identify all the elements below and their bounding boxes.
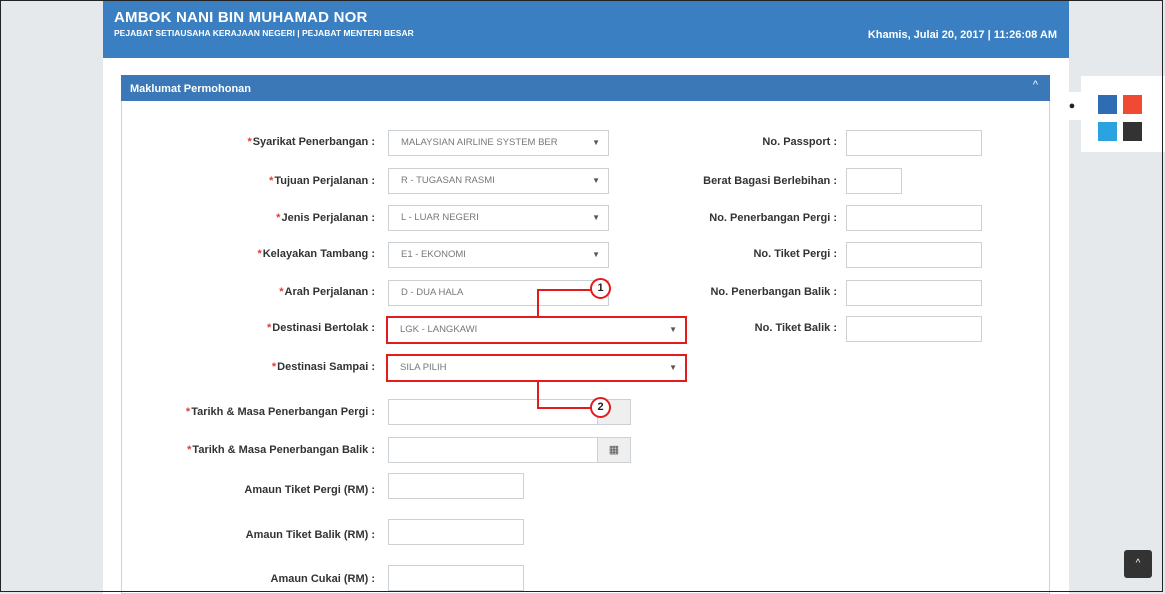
callout-2-connector-horizontal	[537, 407, 591, 409]
callout-marker-1: 1	[590, 278, 611, 299]
label-amaun-cukai: Amaun Cukai (RM) :	[270, 573, 376, 585]
panel-title: Maklumat Permohonan	[130, 83, 252, 95]
label-kelayakan-tambang: *Kelayakan Tambang :	[257, 248, 375, 260]
label-no-tiket-pergi: No. Tiket Pergi :	[753, 248, 837, 260]
caret-down-icon: ▼	[592, 176, 600, 185]
label-no-penerbangan-pergi: No. Penerbangan Pergi :	[709, 212, 837, 224]
amaun-tiket-pergi-input[interactable]	[388, 473, 524, 499]
label-no-penerbangan-balik: No. Penerbangan Balik :	[710, 286, 837, 298]
calendar-icon[interactable]: ▦	[597, 437, 631, 463]
label-berat-bagasi: Berat Bagasi Berlebihan :	[703, 175, 837, 187]
label-tarikh-balik: *Tarikh & Masa Penerbangan Balik :	[187, 444, 375, 456]
label-no-passport: No. Passport :	[762, 136, 837, 148]
tarikh-pergi-input[interactable]	[388, 399, 598, 425]
tarikh-balik-input[interactable]	[388, 437, 598, 463]
berat-bagasi-input[interactable]	[846, 168, 902, 194]
caret-down-icon: ▼	[592, 138, 600, 147]
theme-color-lightblue[interactable]	[1098, 122, 1117, 141]
current-datetime: Khamis, Julai 20, 2017 | 11:26:08 AM	[867, 29, 1057, 41]
panel-header[interactable]: Maklumat Permohonan ^	[121, 75, 1050, 101]
label-tujuan-perjalanan: *Tujuan Perjalanan :	[269, 175, 375, 187]
amaun-tiket-balik-input[interactable]	[388, 519, 524, 545]
chevron-up-icon: ^	[1135, 558, 1141, 569]
callout-1-connector-vertical	[537, 289, 539, 317]
tujuan-perjalanan-select[interactable]: R - TUGASAN RASMI ▼	[388, 168, 609, 194]
no-passport-input[interactable]	[846, 130, 982, 156]
no-tiket-pergi-input[interactable]	[846, 242, 982, 268]
caret-down-icon: ▼	[592, 213, 600, 222]
label-arah-perjalanan: *Arah Perjalanan :	[279, 286, 375, 298]
destinasi-sampai-select[interactable]: SILA PILIH ▼	[386, 354, 687, 382]
no-penerbangan-pergi-input[interactable]	[846, 205, 982, 231]
arah-perjalanan-field[interactable]: D - DUA HALA	[388, 280, 609, 306]
callout-marker-2: 2	[590, 397, 611, 418]
label-no-tiket-balik: No. Tiket Balik :	[754, 322, 837, 334]
destinasi-bertolak-select[interactable]: LGK - LANGKAWI ▼	[386, 316, 687, 344]
chevron-up-icon[interactable]: ^	[1033, 79, 1038, 91]
no-penerbangan-balik-input[interactable]	[846, 280, 982, 306]
kelayakan-tambang-select[interactable]: E1 - EKONOMI ▼	[388, 242, 609, 268]
callout-1-connector-horizontal	[537, 289, 591, 291]
jenis-perjalanan-select[interactable]: L - LUAR NEGERI ▼	[388, 205, 609, 231]
label-amaun-tiket-pergi: Amaun Tiket Pergi (RM) :	[244, 484, 375, 496]
callout-2-connector-vertical	[537, 382, 539, 409]
caret-down-icon: ▼	[669, 325, 677, 334]
department-name: PEJABAT SETIAUSAHA KERAJAAN NEGERI | PEJ…	[114, 28, 414, 38]
top-header: AMBOK NANI BIN MUHAMAD NOR PEJABAT SETIA…	[103, 0, 1069, 58]
label-jenis-perjalanan: *Jenis Perjalanan :	[276, 212, 375, 224]
caret-down-icon: ▼	[592, 250, 600, 259]
label-amaun-tiket-balik: Amaun Tiket Balik (RM) :	[245, 529, 375, 541]
label-destinasi-sampai: *Destinasi Sampai :	[271, 361, 375, 373]
label-destinasi-bertolak: *Destinasi Bertolak :	[267, 322, 375, 334]
theme-color-dark[interactable]	[1123, 122, 1142, 141]
scroll-to-top-button[interactable]: ^	[1124, 550, 1152, 578]
water-drop-icon[interactable]: ●	[1062, 92, 1082, 120]
label-syarikat-penerbangan: *Syarikat Penerbangan :	[247, 136, 375, 148]
syarikat-penerbangan-select[interactable]: MALAYSIAN AIRLINE SYSTEM BER ▼	[388, 130, 609, 156]
theme-color-blue[interactable]	[1098, 95, 1117, 114]
label-tarikh-pergi: *Tarikh & Masa Penerbangan Pergi :	[185, 406, 375, 418]
caret-down-icon: ▼	[669, 363, 677, 372]
theme-color-red[interactable]	[1123, 95, 1142, 114]
no-tiket-balik-input[interactable]	[846, 316, 982, 342]
user-name: AMBOK NANI BIN MUHAMAD NOR	[114, 9, 368, 26]
amaun-cukai-input[interactable]	[388, 565, 524, 591]
